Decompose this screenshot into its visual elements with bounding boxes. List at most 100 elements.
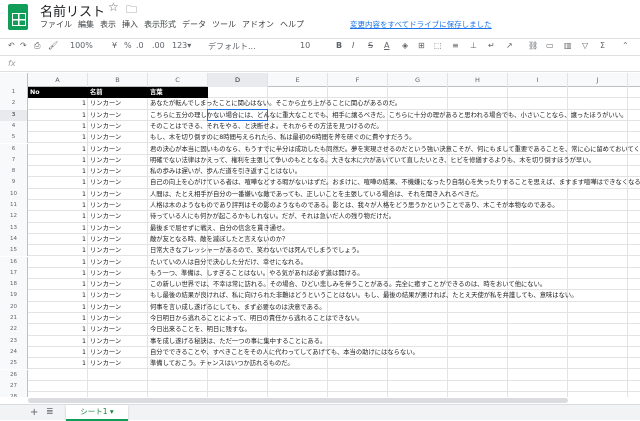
cell-no[interactable]: No: [28, 87, 88, 99]
cell-no[interactable]: 1: [28, 336, 88, 347]
bold-button[interactable]: B: [336, 41, 342, 50]
undo-icon[interactable]: ↶: [8, 41, 15, 50]
row-number[interactable]: 5: [0, 132, 28, 144]
row-number[interactable]: 4: [0, 120, 28, 133]
row-number[interactable]: 8: [0, 166, 28, 178]
cell-quote[interactable]: こちらに五分の理しかない場合には、どんなに重大なことでも、相手に譲るべきだ。こち…: [148, 110, 628, 121]
row-number[interactable]: 21: [0, 313, 28, 325]
row-number[interactable]: 15: [0, 245, 28, 257]
column-header-j[interactable]: J: [568, 73, 628, 87]
folder-icon[interactable]: 🗀: [126, 1, 137, 20]
cell-quote[interactable]: そのことはできる、それをやる、と決断せよ。それからその方法を見つけるのだ。: [148, 121, 628, 132]
cell-name[interactable]: リンカーン: [88, 336, 148, 347]
cell-name[interactable]: リンカーン: [88, 177, 148, 188]
menu-addons[interactable]: アドオン: [242, 19, 274, 33]
cell-name[interactable]: リンカーン: [88, 268, 148, 279]
row-number[interactable]: 17: [0, 267, 28, 280]
row-number[interactable]: 16: [0, 256, 28, 268]
all-sheets-icon[interactable]: ≣: [46, 407, 54, 417]
paint-format-icon[interactable]: 🖌: [48, 41, 58, 50]
cell-quote[interactable]: この新しい世界では、不幸は常に訪れる。その場合、ひどい悲しみを伴うことがある。完…: [148, 279, 628, 290]
sheet-tab-1[interactable]: シート1 ▾: [66, 405, 128, 421]
column-header-b[interactable]: B: [88, 73, 148, 87]
column-header-f[interactable]: F: [328, 73, 388, 87]
cell-no[interactable]: 1: [28, 234, 88, 245]
cell-no[interactable]: 1: [28, 302, 88, 313]
menu-file[interactable]: ファイル: [40, 19, 72, 33]
cell-name[interactable]: リンカーン: [88, 200, 148, 211]
cell-quote[interactable]: あなたが転んでしまったことに関心はない。そこから立ち上がることに関心があるのだ。: [148, 98, 628, 109]
cell-name[interactable]: リンカーン: [88, 347, 148, 358]
cell-name[interactable]: リンカーン: [88, 189, 148, 200]
cell-no[interactable]: 1: [28, 257, 88, 268]
cell-quote[interactable]: 明確でない法律はかえって、権利を主張して争いのもととなる。大きな木に穴があいてい…: [148, 155, 628, 166]
cell-no[interactable]: 1: [28, 290, 88, 301]
cell-name[interactable]: リンカーン: [88, 121, 148, 132]
cell-quote[interactable]: もし、木を切り倒すのに8時間与えられたら、私は最初の6時間を斧を研ぐのに費やすだ…: [148, 132, 628, 143]
cell-quote[interactable]: たいていの人は自分で決心した分だけ、幸せになれる。: [148, 257, 628, 268]
cell-name[interactable]: リンカーン: [88, 313, 148, 324]
cell-name[interactable]: リンカーン: [88, 223, 148, 234]
cell-quote[interactable]: 敵が友となる時、敵を滅ぼしたと言えないのか？: [148, 234, 628, 245]
text-wrap-icon[interactable]: ↵: [488, 41, 495, 50]
horizontal-align-icon[interactable]: ≡: [452, 41, 459, 50]
column-header-i[interactable]: I: [508, 73, 568, 87]
row-number[interactable]: 11: [0, 200, 28, 212]
spreadsheet-grid[interactable]: ABCDEFGHIJ 1 No 名前 言葉 2 1 リンカーン あなたが転んでしまったことに関…: [0, 73, 640, 397]
cell-name[interactable]: リンカーン: [88, 324, 148, 335]
row-number[interactable]: 3: [0, 109, 28, 121]
column-header-g[interactable]: G: [388, 73, 448, 87]
cell-quote[interactable]: 準備しておこう。チャンスはいつか訪れるものだ。: [148, 358, 628, 369]
document-title[interactable]: 名前リスト: [40, 1, 105, 20]
cell-quote[interactable]: 事を成し遂げる秘訣は、ただ一つの事に集中することにある。: [148, 336, 628, 347]
column-header-d[interactable]: D: [208, 73, 268, 87]
add-sheet-icon[interactable]: +: [30, 407, 38, 418]
row-number[interactable]: 28: [0, 392, 28, 397]
horizontal-scrollbar[interactable]: [28, 398, 568, 403]
column-header-e[interactable]: E: [268, 73, 328, 87]
select-all-corner[interactable]: [0, 73, 28, 87]
row-number[interactable]: 7: [0, 154, 28, 167]
italic-button[interactable]: I: [352, 41, 354, 50]
cell-name[interactable]: リンカーン: [88, 132, 148, 143]
vertical-align-icon[interactable]: ⊥: [470, 41, 477, 50]
cell-name[interactable]: リンカーン: [88, 110, 148, 121]
cell-name[interactable]: リンカーン: [88, 290, 148, 301]
cell-no[interactable]: 1: [28, 110, 88, 121]
merge-cells-icon[interactable]: ⬚: [434, 41, 442, 50]
column-header-c[interactable]: C: [148, 73, 208, 87]
cell-quote[interactable]: 自分でできることや、すべきことをその人に代わってしてあげても、本当の助けにはなら…: [148, 347, 628, 358]
cell-quote[interactable]: 自己の向上を心がけている者は、喧嘩などする暇がないはずだ。おまけに、喧嘩の結果、…: [148, 177, 640, 188]
star-icon[interactable]: ☆: [108, 0, 119, 14]
cell-quote[interactable]: 君の決心が本当に固いものなら、もうすでに半分は成功したも同然だ。夢を実現させるの…: [148, 144, 640, 155]
cell-no[interactable]: 1: [28, 211, 88, 222]
row-number[interactable]: 20: [0, 301, 28, 313]
row-number[interactable]: 18: [0, 279, 28, 291]
cell-quote[interactable]: 私の歩みは遅いが、歩んだ道を引き返すことはない。: [148, 166, 628, 177]
cell-name[interactable]: リンカーン: [88, 234, 148, 245]
menu-help[interactable]: ヘルプ: [280, 19, 304, 33]
cell-name[interactable]: リンカーン: [88, 358, 148, 369]
insert-comment-icon[interactable]: ▭: [546, 41, 554, 50]
row-number[interactable]: 14: [0, 233, 28, 246]
cell-quote[interactable]: 言葉: [148, 87, 208, 99]
cell-quote[interactable]: もう一つ、準備は、しすぎることはない。やる気があれば必ず道は開ける。: [148, 268, 628, 279]
font-select[interactable]: デフォルト...: [208, 41, 256, 52]
fill-color-icon[interactable]: ◈: [402, 41, 408, 50]
row-number[interactable]: 6: [0, 143, 28, 155]
cell-name[interactable]: リンカーン: [88, 257, 148, 268]
row-number[interactable]: 10: [0, 188, 28, 200]
menu-insert[interactable]: 挿入: [122, 19, 138, 33]
row-number[interactable]: 12: [0, 211, 28, 223]
cell-no[interactable]: 1: [28, 347, 88, 358]
cell-name[interactable]: リンカーン: [88, 144, 148, 155]
menu-edit[interactable]: 編集: [78, 19, 94, 33]
number-format-select[interactable]: 123▾: [172, 41, 191, 50]
menu-tools[interactable]: ツール: [212, 19, 236, 33]
text-rotate-icon[interactable]: ↗: [506, 41, 513, 50]
menu-format[interactable]: 表示形式: [144, 19, 176, 33]
row-number[interactable]: 2: [0, 98, 28, 110]
cell-name[interactable]: リンカーン: [88, 98, 148, 109]
decrease-decimal-button[interactable]: .0: [136, 41, 144, 50]
cell-no[interactable]: 1: [28, 155, 88, 166]
